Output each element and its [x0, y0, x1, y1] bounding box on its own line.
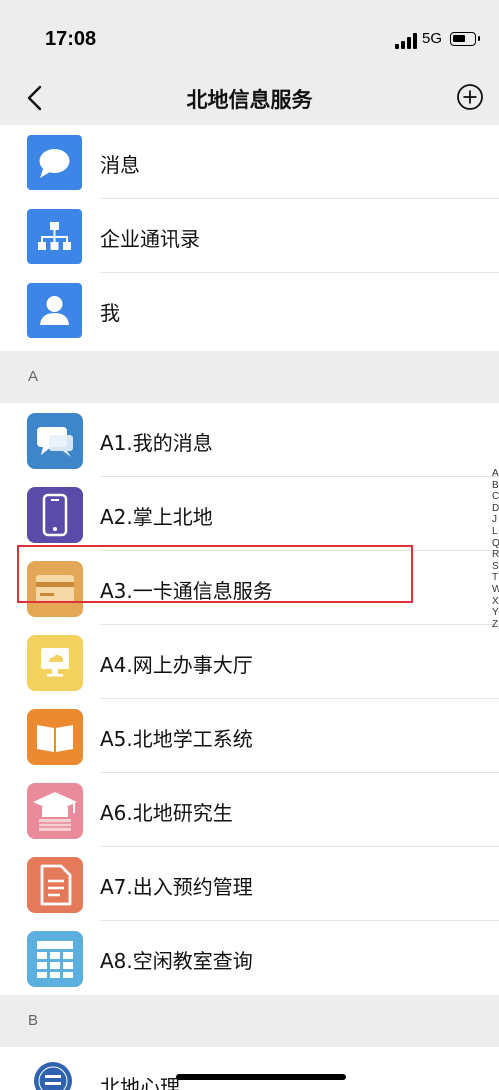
- section-header-b: B: [0, 995, 499, 1047]
- add-button[interactable]: [455, 82, 485, 112]
- index-letter-z[interactable]: Z: [492, 619, 499, 631]
- list-item-label: 企业通讯录: [100, 227, 200, 251]
- home-indicator[interactable]: [176, 1074, 346, 1080]
- list-item-label: A2.掌上北地: [100, 505, 213, 529]
- index-letter-b[interactable]: B: [492, 480, 499, 492]
- phone-icon: [27, 487, 83, 543]
- document-icon: [27, 857, 83, 913]
- list-item-a7[interactable]: A7.出入预约管理: [0, 847, 499, 921]
- section-header-a: A: [0, 351, 499, 403]
- list-item-label: 北地心理: [100, 1075, 180, 1090]
- list-item-label: 我: [100, 301, 120, 325]
- list-item-label: 消息: [100, 153, 140, 177]
- index-letter-a[interactable]: A: [492, 468, 499, 480]
- monitor-cloud-icon: [27, 635, 83, 691]
- org-chart-icon: [27, 209, 82, 264]
- plus-circle-icon: [457, 84, 483, 110]
- index-letter-t[interactable]: T: [492, 572, 499, 584]
- status-time: 17:08: [45, 28, 97, 50]
- list-item-a5[interactable]: A5.北地学工系统: [0, 699, 499, 773]
- list-item-label: A6.北地研究生: [100, 801, 233, 825]
- network-type: 5G: [422, 30, 443, 47]
- index-letter-c[interactable]: C: [492, 491, 499, 503]
- list-item-a8[interactable]: A8.空闲教室查询: [0, 921, 499, 995]
- battery-icon: [450, 32, 480, 46]
- chat-bubble-icon: [27, 135, 82, 190]
- list-item-label: A7.出入预约管理: [100, 875, 253, 899]
- alphabet-index[interactable]: ABCDJLQRSTWXYZ: [492, 468, 499, 630]
- list-item-a4[interactable]: A4.网上办事大厅: [0, 625, 499, 699]
- list-item-a6[interactable]: A6.北地研究生: [0, 773, 499, 847]
- list-item-b1[interactable]: 北地心理: [0, 1047, 499, 1090]
- list-item-a3[interactable]: A3.一卡通信息服务: [0, 551, 499, 625]
- index-letter-r[interactable]: R: [492, 549, 499, 561]
- index-letter-q[interactable]: Q: [492, 538, 499, 550]
- index-letter-d[interactable]: D: [492, 503, 499, 515]
- index-letter-y[interactable]: Y: [492, 607, 499, 619]
- index-letter-w[interactable]: W: [492, 584, 499, 596]
- top-bar: 17:08 5G 北地信息服务: [0, 0, 499, 125]
- graduation-cap-icon: [27, 783, 83, 839]
- list-item-label: A3.一卡通信息服务: [100, 579, 273, 603]
- message-bubbles-icon: [27, 413, 83, 469]
- index-letter-s[interactable]: S: [492, 561, 499, 573]
- index-letter-l[interactable]: L: [492, 526, 499, 538]
- index-letter-j[interactable]: J: [492, 514, 499, 526]
- card-icon: [27, 561, 83, 617]
- list-item-label: A4.网上办事大厅: [100, 653, 253, 677]
- list-item-a2[interactable]: A2.掌上北地: [0, 477, 499, 551]
- psychology-logo-icon: [33, 1061, 73, 1090]
- list-item-me[interactable]: 我: [0, 273, 499, 347]
- list-item-messages[interactable]: 消息: [0, 125, 499, 199]
- page-title: 北地信息服务: [186, 88, 313, 112]
- signal-icon: [395, 33, 417, 49]
- list-item-label: A5.北地学工系统: [100, 727, 253, 751]
- list-item-a1[interactable]: A1.我的消息: [0, 403, 499, 477]
- index-letter-x[interactable]: X: [492, 596, 499, 608]
- list-item-directory[interactable]: 企业通讯录: [0, 199, 499, 273]
- list-item-label: A8.空闲教室查询: [100, 949, 253, 973]
- person-icon: [27, 283, 82, 338]
- book-icon: [27, 709, 83, 765]
- table-grid-icon: [27, 931, 83, 987]
- list-item-label: A1.我的消息: [100, 431, 213, 455]
